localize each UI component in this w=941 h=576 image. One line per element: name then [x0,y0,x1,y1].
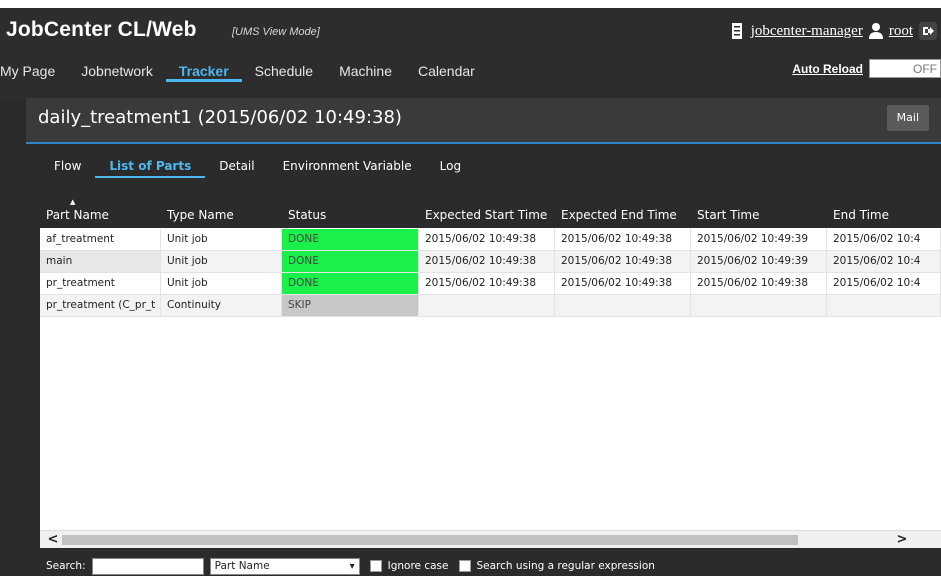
scroll-left-icon[interactable]: < [44,531,62,549]
cell-start-time: 2015/06/02 10:49:39 [691,229,827,250]
cell-part-name: pr_treatment [40,273,161,294]
col-expected-end[interactable]: Expected End Time [555,196,691,228]
table-row[interactable]: main Unit job DONE 2015/06/02 10:49:38 2… [40,251,941,273]
search-input[interactable] [91,557,204,575]
nav-my-page[interactable]: My Page [0,60,68,82]
user-link[interactable]: root [889,23,913,40]
panel-divider [26,142,941,144]
tab-flow[interactable]: Flow [40,156,95,178]
col-start-time[interactable]: Start Time [691,196,827,228]
search-label: Search: [46,560,86,572]
cell-status: DONE [282,251,419,272]
cell-status: DONE [282,229,419,250]
auto-reload-toggle[interactable]: OFF [869,59,941,78]
tab-environment-variable[interactable]: Environment Variable [269,156,426,178]
cell-start-time: 2015/06/02 10:49:38 [691,273,827,294]
cell-expected-start: 2015/06/02 10:49:38 [419,251,555,272]
table-body: af_treatment Unit job DONE 2015/06/02 10… [40,229,941,317]
app-header: JobCenter CL/Web [UMS View Mode] jobcent… [0,8,941,98]
user-area: jobcenter-manager root [731,22,937,40]
cell-expected-start: 2015/06/02 10:49:38 [419,229,555,250]
app-title: JobCenter CL/Web [6,18,197,41]
cell-start-time: 2015/06/02 10:49:39 [691,251,827,272]
chevron-down-icon: ▾ [349,560,355,572]
cell-expected-end: 2015/06/02 10:49:38 [555,251,691,272]
col-expected-start[interactable]: Expected Start Time [419,196,555,228]
regex-label: Search using a regular expression [476,560,655,572]
ignore-case-label: Ignore case [387,560,449,572]
cell-status: SKIP [282,295,419,316]
cell-type-name: Unit job [161,229,282,250]
auto-reload-state: OFF [913,61,937,76]
nav-calendar[interactable]: Calendar [405,60,488,82]
auto-reload-link[interactable]: Auto Reload [792,62,863,76]
table-header: ▲ Part Name Type Name Status Expected St… [40,196,941,228]
user-icon [868,23,883,39]
cell-type-name: Continuity [161,295,282,316]
cell-expected-end: 2015/06/02 10:49:38 [555,273,691,294]
regex-checkbox[interactable] [458,560,471,572]
top-strip [0,0,941,8]
cell-type-name: Unit job [161,273,282,294]
search-field-select[interactable]: Part Name ▾ [209,557,360,575]
table-row[interactable]: pr_treatment Unit job DONE 2015/06/02 10… [40,273,941,295]
cell-expected-start: 2015/06/02 10:49:38 [419,273,555,294]
main-nav: My Page Jobnetwork Tracker Schedule Mach… [0,60,488,82]
cell-expected-start [419,295,555,316]
mail-button[interactable]: Mail [886,105,929,131]
search-field-value: Part Name [214,559,270,572]
app-mode: [UMS View Mode] [232,26,320,38]
horizontal-scrollbar[interactable]: < > [40,530,941,548]
server-link[interactable]: jobcenter-manager [751,23,863,40]
cell-end-time: 2015/06/02 10:4 [827,251,941,272]
cell-end-time [827,295,941,316]
cell-start-time [691,295,827,316]
col-part-name-label: Part Name [46,208,109,222]
search-bar: Search: Part Name ▾ Ignore case Search u… [40,556,941,576]
cell-part-name: main [40,251,161,272]
cell-end-time: 2015/06/02 10:4 [827,273,941,294]
table-row[interactable]: pr_treatment (C_pr_t Continuity SKIP [40,295,941,317]
cell-part-name: pr_treatment (C_pr_t [40,295,161,316]
tab-log[interactable]: Log [426,156,475,178]
nav-schedule[interactable]: Schedule [242,60,326,82]
col-end-time[interactable]: End Time [827,196,941,228]
tab-detail[interactable]: Detail [205,156,268,178]
auto-reload: Auto Reload OFF [792,59,941,78]
scroll-thumb[interactable] [62,535,798,545]
cell-part-name: af_treatment [40,229,161,250]
sort-asc-icon: ▲ [70,198,76,206]
panel-header: daily_treatment1 (2015/06/02 10:49:38) M… [26,98,941,142]
col-type-name[interactable]: Type Name [161,196,282,228]
col-status[interactable]: Status [282,196,419,228]
cell-end-time: 2015/06/02 10:4 [827,229,941,250]
cell-expected-end: 2015/06/02 10:49:38 [555,229,691,250]
table-row[interactable]: af_treatment Unit job DONE 2015/06/02 10… [40,229,941,251]
left-gutter [0,98,26,576]
col-part-name[interactable]: ▲ Part Name [40,196,161,228]
cell-status: DONE [282,273,419,294]
cell-type-name: Unit job [161,251,282,272]
tab-list-of-parts[interactable]: List of Parts [95,156,206,178]
detail-tabs: Flow List of Parts Detail Environment Va… [40,156,475,178]
cell-expected-end [555,295,691,316]
nav-machine[interactable]: Machine [326,60,405,82]
ignore-case-checkbox[interactable] [369,560,382,572]
scroll-right-icon[interactable]: > [893,531,911,549]
nav-tracker[interactable]: Tracker [165,60,242,82]
nav-jobnetwork[interactable]: Jobnetwork [68,60,166,82]
logout-icon[interactable] [919,22,937,40]
panel-title: daily_treatment1 (2015/06/02 10:49:38) [38,107,402,128]
server-icon [731,23,745,39]
